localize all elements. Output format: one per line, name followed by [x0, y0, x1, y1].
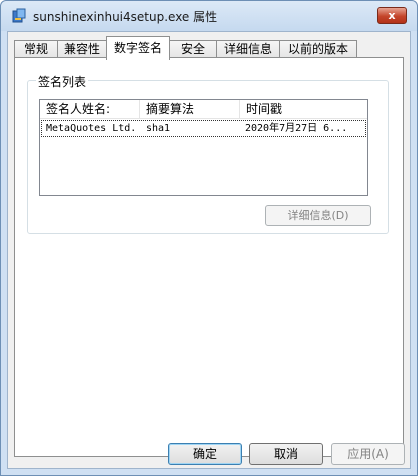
setup-app-icon	[12, 8, 26, 23]
cancel-button[interactable]: 取消	[249, 443, 323, 465]
signature-list-group: 签名列表 签名人姓名: 摘要算法 时间戳 MetaQuotes Ltd. sha…	[27, 73, 389, 234]
digital-signatures-panel: 签名列表 签名人姓名: 摘要算法 时间戳 MetaQuotes Ltd. sha…	[14, 57, 404, 457]
signature-list-header: 签名人姓名: 摘要算法 时间戳	[40, 100, 367, 119]
window-title: sunshinexinhui4setup.exe 属性	[33, 10, 218, 24]
signature-details-button[interactable]: 详细信息(D)	[265, 205, 371, 226]
column-signer-name[interactable]: 签名人姓名:	[40, 100, 140, 119]
digest-algorithm-cell: sha1	[146, 123, 171, 134]
column-digest-algorithm[interactable]: 摘要算法	[140, 100, 240, 119]
signature-row[interactable]: MetaQuotes Ltd. sha1 2020年7月27日 6...	[41, 120, 366, 137]
properties-dialog: sunshinexinhui4setup.exe 属性 x 常规 兼容性 数字签…	[0, 0, 418, 476]
column-timestamp[interactable]: 时间戳	[240, 100, 367, 119]
signer-name-cell: MetaQuotes Ltd.	[46, 123, 137, 134]
title-bar[interactable]: sunshinexinhui4setup.exe 属性 x	[1, 1, 417, 31]
dialog-client-area: 常规 兼容性 数字签名 安全 详细信息 以前的版本 签名列表 签名人姓名: 摘要…	[7, 31, 411, 469]
close-button[interactable]: x	[377, 7, 407, 24]
ok-button[interactable]: 确定	[168, 443, 242, 465]
signature-list-label: 签名列表	[36, 73, 89, 90]
timestamp-cell: 2020年7月27日 6...	[245, 123, 348, 134]
tab-digital-signatures[interactable]: 数字签名	[106, 36, 170, 60]
apply-button[interactable]: 应用(A)	[331, 443, 405, 465]
signature-list[interactable]: 签名人姓名: 摘要算法 时间戳 MetaQuotes Ltd. sha1 202…	[39, 99, 368, 196]
